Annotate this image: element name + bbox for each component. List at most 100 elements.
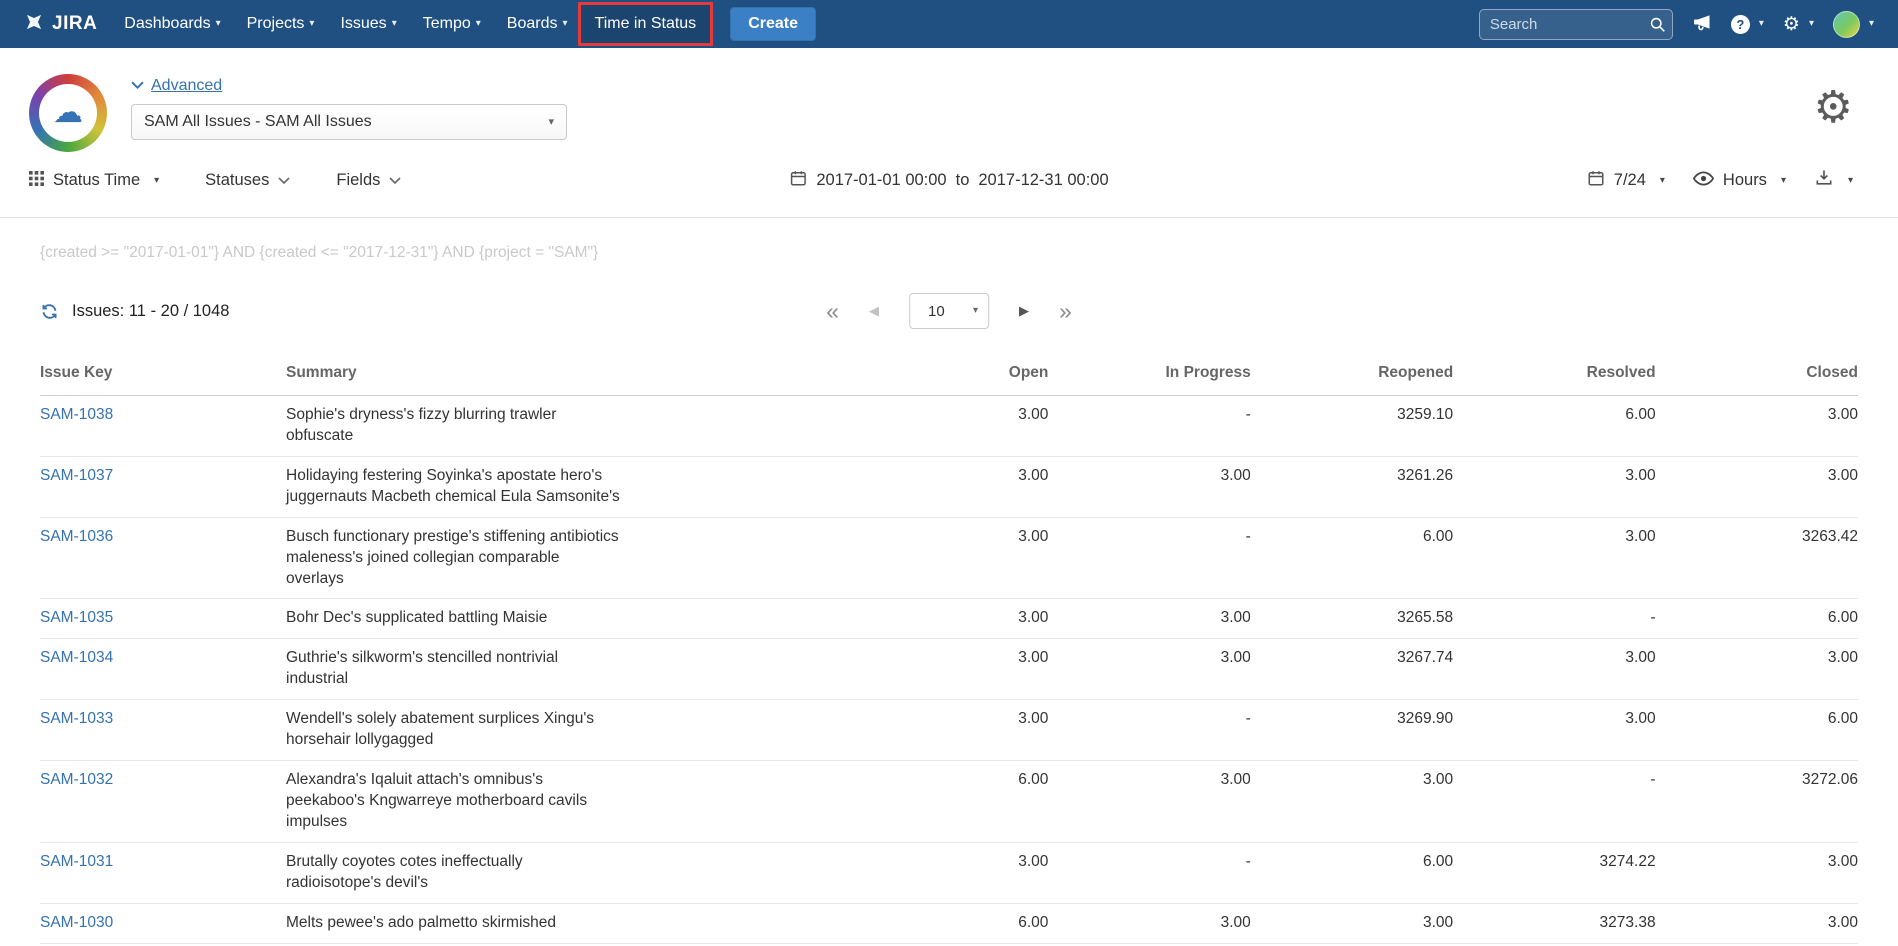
calendar-icon [1587, 169, 1605, 192]
issue-key-link[interactable]: SAM-1038 [40, 406, 113, 423]
nav-item-dashboards[interactable]: Dashboards ▾ [111, 0, 233, 48]
cell-in-progress: - [1048, 842, 1250, 903]
cell-summary: Guthrie's silkworm's stencilled nontrivi… [286, 639, 846, 700]
issue-row: SAM-1030 Melts pewee's ado palmetto skir… [40, 903, 1858, 943]
cell-in-progress: 3.00 [1048, 639, 1250, 700]
cell-resolved: 3273.38 [1453, 903, 1655, 943]
help-menu-button[interactable]: ? ▾ [1731, 15, 1764, 34]
issue-key-link[interactable]: SAM-1037 [40, 467, 113, 484]
column-header-reopened[interactable]: Reopened [1251, 352, 1453, 396]
cell-closed: 3272.06 [1656, 761, 1858, 843]
column-header-summary[interactable]: Summary [286, 352, 846, 396]
avatar [1833, 11, 1860, 38]
issue-key-link[interactable]: SAM-1035 [40, 609, 113, 626]
cell-resolved: 6.00 [1453, 396, 1655, 457]
issue-summary: Brutally coyotes cotes ineffectually rad… [286, 852, 621, 894]
cell-in-progress: - [1048, 396, 1250, 457]
column-header-issue-key[interactable]: Issue Key [40, 352, 286, 396]
cell-resolved: 3.00 [1453, 700, 1655, 761]
nav-right: ? ▾ ⚙ ▾ ▾ [1479, 0, 1874, 48]
caret-down-icon: ▾ [548, 117, 554, 128]
jira-logo-icon [24, 12, 44, 37]
cell-summary: Alexandra's Iqaluit attach's omnibus's p… [286, 761, 846, 843]
issue-row: SAM-1033 Wendell's solely abatement surp… [40, 700, 1858, 761]
user-menu-button[interactable]: ▾ [1833, 11, 1874, 38]
issue-key-link[interactable]: SAM-1031 [40, 853, 113, 870]
cell-open: 3.00 [846, 639, 1048, 700]
refresh-button[interactable] [40, 302, 59, 321]
fields-dropdown[interactable]: Fields [336, 171, 401, 190]
search-box [1479, 9, 1673, 40]
issue-summary: Holidaying festering Soyinka's apostate … [286, 466, 621, 508]
issue-key-link[interactable]: SAM-1030 [40, 914, 113, 931]
issue-key-link[interactable]: SAM-1034 [40, 649, 113, 666]
toolbar: Status Time ▾ Statuses Fields 2017-01-01… [0, 164, 1898, 218]
date-range-picker[interactable]: 2017-01-01 00:00 to 2017-12-31 00:00 [789, 169, 1108, 192]
nav-item-issues[interactable]: Issues ▾ [327, 0, 409, 48]
previous-page-button[interactable]: ◀ [869, 303, 879, 319]
create-button[interactable]: Create [730, 7, 816, 41]
report-type-dropdown[interactable]: Status Time ▾ [29, 171, 159, 191]
filter-column: Advanced SAM All Issues - SAM All Issues… [131, 74, 567, 152]
cloud-icon: ☁ [39, 84, 97, 142]
advanced-link[interactable]: Advanced [131, 77, 222, 95]
cell-closed: 3.00 [1656, 903, 1858, 943]
nav-item-label: Dashboards [124, 15, 210, 33]
advanced-link-label: Advanced [151, 77, 222, 95]
first-page-button[interactable]: « [826, 300, 839, 323]
issue-summary: Busch functionary prestige's stiffening … [286, 527, 621, 590]
cell-issue-key: SAM-1036 [40, 517, 286, 599]
jql-query-text: {created >= "2017-01-01"} AND {created <… [40, 244, 1858, 262]
cell-summary: Sophie's dryness's fizzy blurring trawle… [286, 396, 846, 457]
last-page-button[interactable]: » [1059, 300, 1072, 323]
column-header-in-progress[interactable]: In Progress [1048, 352, 1250, 396]
chevron-down-icon [278, 171, 290, 190]
cell-open: 3.00 [846, 456, 1048, 517]
cell-reopened: 6.00 [1251, 517, 1453, 599]
caret-down-icon: ▾ [216, 19, 221, 29]
page-size-select[interactable]: 10 ▾ [909, 293, 989, 329]
display-unit-dropdown[interactable]: Hours ▾ [1693, 171, 1786, 191]
caret-down-icon: ▾ [154, 176, 159, 186]
chevron-down-icon [131, 77, 144, 95]
nav-item-tempo[interactable]: Tempo ▾ [410, 0, 494, 48]
issue-key-link[interactable]: SAM-1032 [40, 771, 113, 788]
export-dropdown[interactable]: ▾ [1814, 168, 1853, 193]
export-icon [1814, 168, 1834, 193]
issue-summary: Sophie's dryness's fizzy blurring trawle… [286, 405, 621, 447]
jira-logo[interactable]: JIRA [24, 12, 97, 37]
cell-issue-key: SAM-1034 [40, 639, 286, 700]
app-logo: ☁ [29, 74, 107, 152]
issue-summary: Melts pewee's ado palmetto skirmished [286, 913, 621, 934]
cell-closed: 3.00 [1656, 639, 1858, 700]
saved-filter-select[interactable]: SAM All Issues - SAM All Issues ▾ [131, 104, 567, 140]
page-settings-gear-button[interactable]: ⚙ [1814, 86, 1853, 152]
nav-item-boards[interactable]: Boards ▾ [494, 0, 581, 48]
column-header-resolved[interactable]: Resolved [1453, 352, 1655, 396]
results-row: Issues: 11 - 20 / 1048 « ◀ 10 ▾ ▶ » [40, 292, 1858, 330]
nav-item-projects[interactable]: Projects ▾ [234, 0, 328, 48]
nav-item-time-in-status[interactable]: Time in Status [581, 5, 711, 43]
saved-filter-value: SAM All Issues - SAM All Issues [144, 113, 372, 131]
issue-key-link[interactable]: SAM-1033 [40, 710, 113, 727]
cell-reopened: 3259.10 [1251, 396, 1453, 457]
nav-item-label: Projects [247, 15, 305, 33]
column-header-open[interactable]: Open [846, 352, 1048, 396]
cell-in-progress: - [1048, 517, 1250, 599]
next-page-button[interactable]: ▶ [1019, 303, 1029, 319]
issues-table-body: SAM-1038 Sophie's dryness's fizzy blurri… [40, 396, 1858, 946]
statuses-dropdown[interactable]: Statuses [205, 171, 290, 190]
issue-key-link[interactable]: SAM-1036 [40, 528, 113, 545]
caret-down-icon: ▾ [1660, 176, 1665, 186]
cell-issue-key: SAM-1032 [40, 761, 286, 843]
calendar-mode-dropdown[interactable]: 7/24 ▾ [1587, 169, 1665, 192]
column-header-closed[interactable]: Closed [1656, 352, 1858, 396]
calendar-icon [789, 169, 807, 192]
feedback-megaphone-button[interactable] [1692, 12, 1712, 37]
cell-closed: 6.00 [1656, 599, 1858, 639]
admin-settings-button[interactable]: ⚙ ▾ [1783, 15, 1814, 34]
caret-down-icon: ▾ [1848, 176, 1853, 186]
search-input[interactable] [1479, 9, 1673, 40]
cell-summary: Busch functionary prestige's stiffening … [286, 517, 846, 599]
table-header-row: Issue Key Summary Open In Progress Reope… [40, 352, 1858, 396]
